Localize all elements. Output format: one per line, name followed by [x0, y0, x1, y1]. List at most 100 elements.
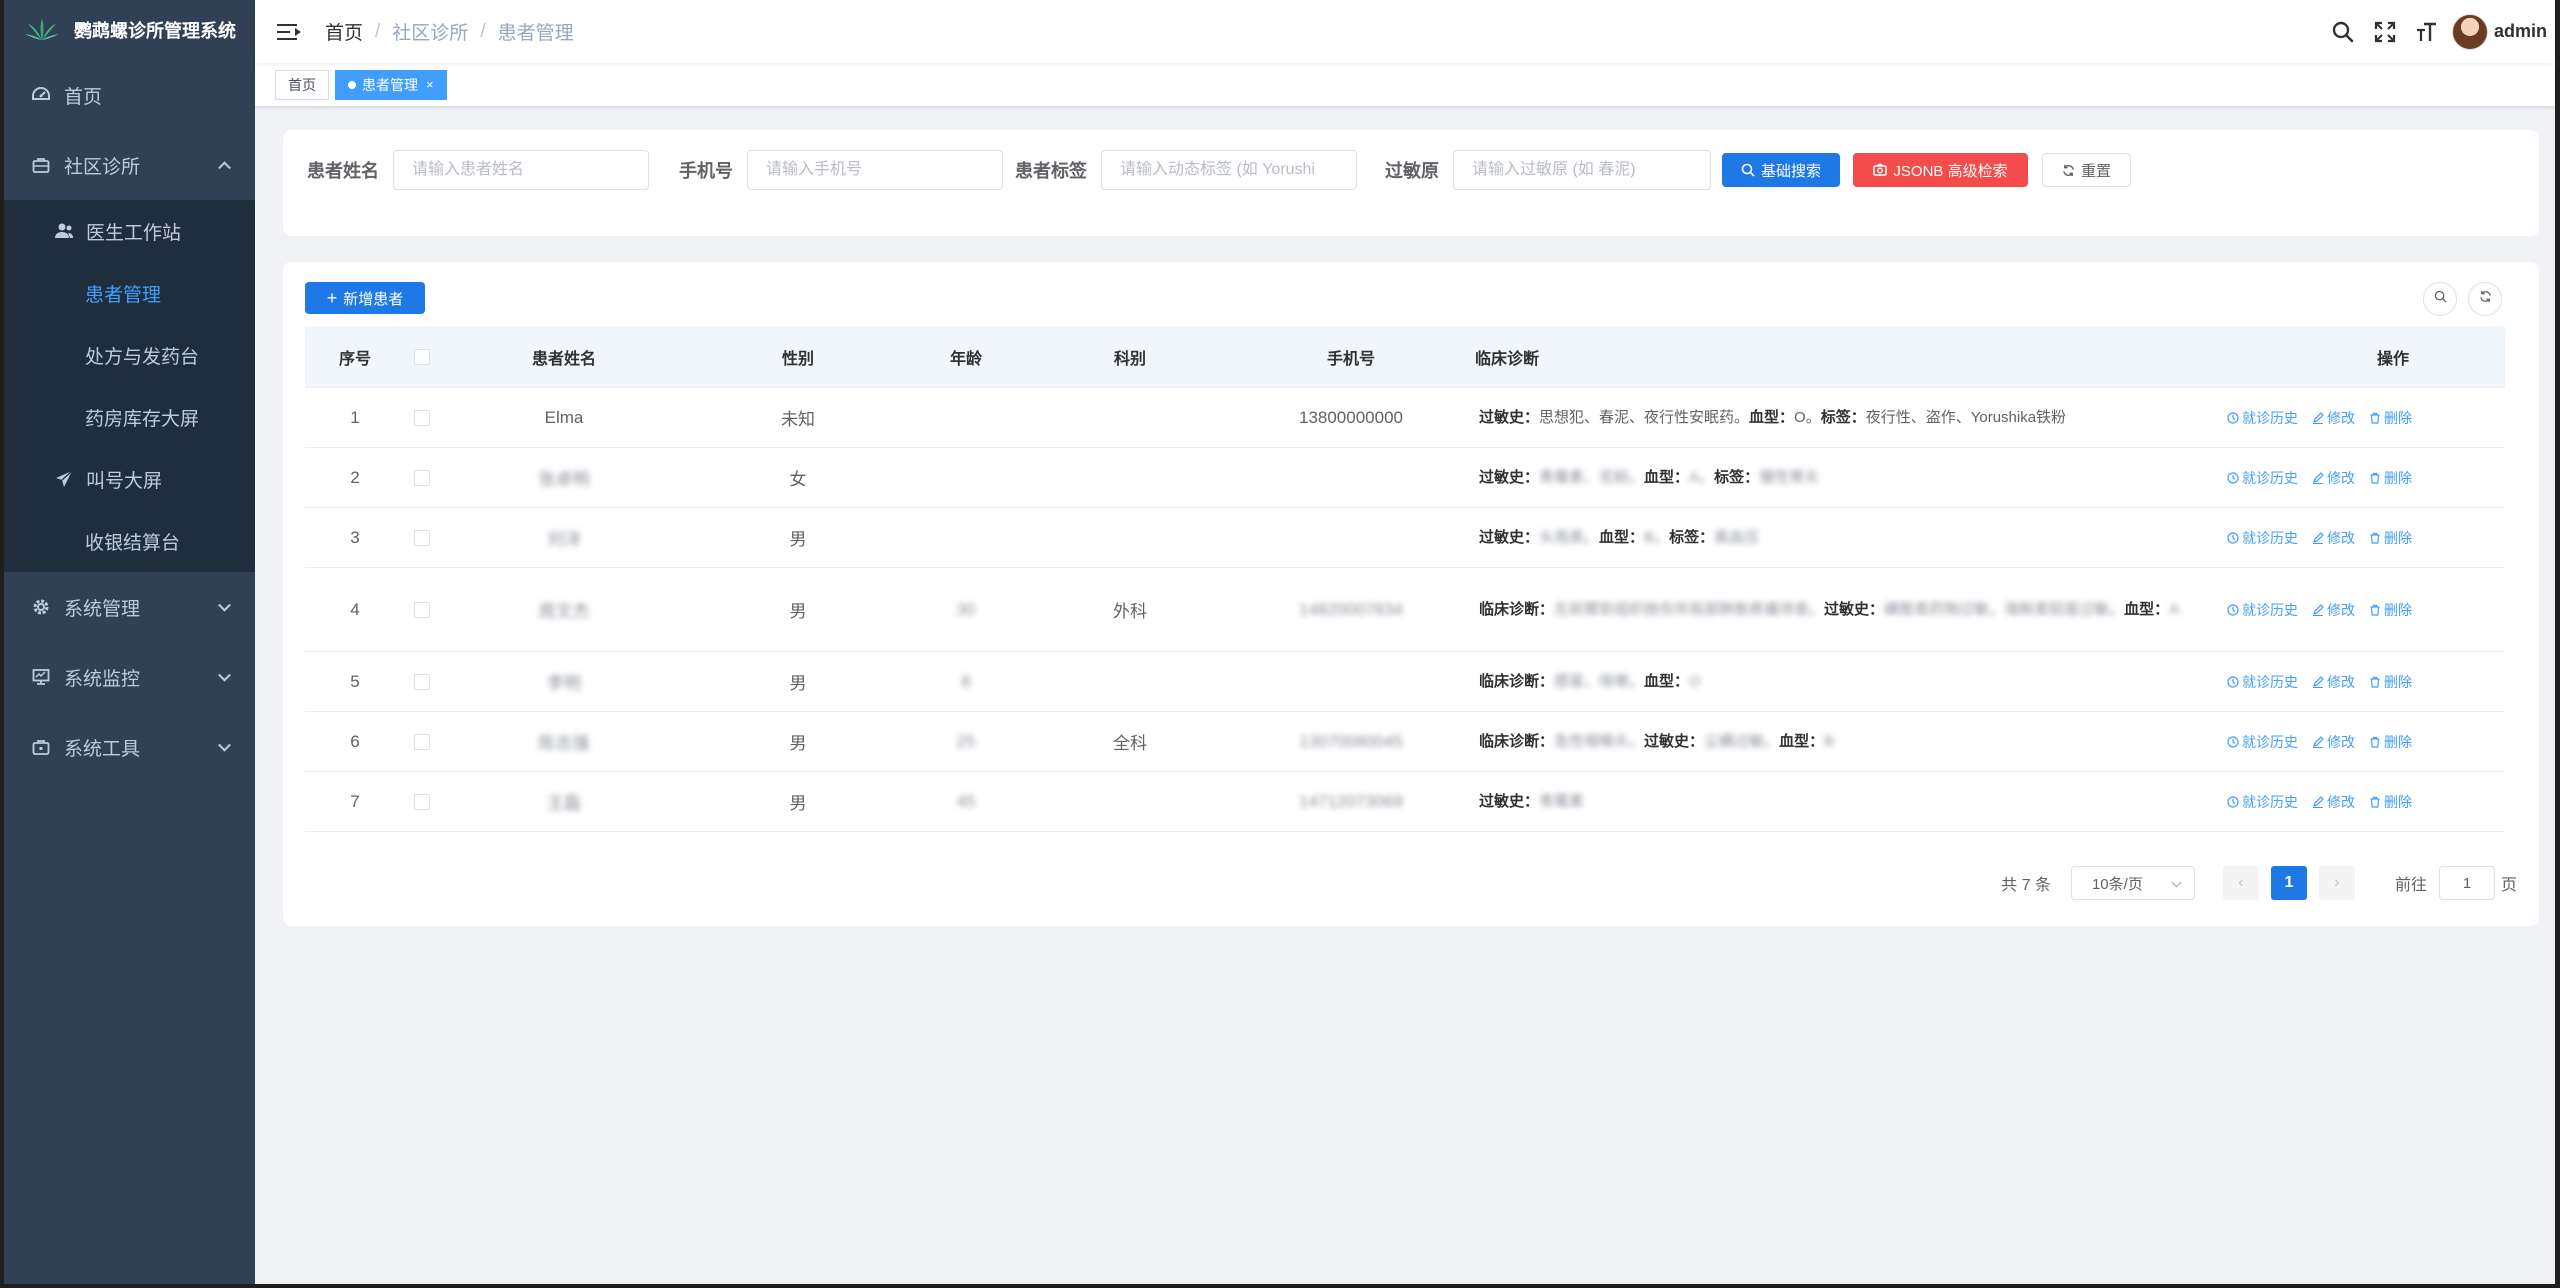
next-page-button[interactable]: ›: [2318, 866, 2355, 900]
diagnosis-key: 临床诊断：: [1479, 600, 1555, 618]
tag-patients[interactable]: 患者管理 ×: [335, 69, 447, 100]
sidebar-item-system-admin[interactable]: 系统管理: [4, 572, 255, 642]
cell-phone: 13070080045: [1298, 731, 1403, 751]
tag-home[interactable]: 首页: [275, 69, 329, 100]
history-button[interactable]: 就诊历史: [2227, 732, 2298, 752]
row-checkbox[interactable]: [414, 469, 430, 486]
delete-button[interactable]: 删除: [2369, 672, 2412, 692]
edit-button[interactable]: 修改: [2312, 468, 2355, 488]
history-button[interactable]: 就诊历史: [2227, 468, 2298, 488]
history-button[interactable]: 就诊历史: [2227, 792, 2298, 812]
table-row: 3 刘洋 男 过敏史：头孢类。血型：B。标签：高血压 就诊历史 修改 删除: [305, 508, 2505, 568]
cell-age: 45: [956, 791, 976, 811]
patient-name-label: 患者姓名: [307, 161, 379, 181]
cell-operations: 就诊历史 修改 删除: [2227, 468, 2505, 488]
toolbox-icon: [30, 738, 52, 756]
sidebar-item-label: 系统工具: [64, 738, 141, 760]
history-label: 就诊历史: [2242, 601, 2298, 618]
page-1-button[interactable]: 1: [2270, 866, 2307, 900]
row-checkbox[interactable]: [414, 601, 430, 618]
main-area: 首页 / 社区诊所 / 患者管理 admin 首页 患者管理 × 患者姓名 请输…: [255, 0, 2555, 1284]
reset-button[interactable]: 重置: [2042, 153, 2131, 187]
allergen-input[interactable]: [1453, 150, 1711, 190]
sidebar-item-label: 叫号大屏: [86, 470, 163, 492]
close-icon[interactable]: ×: [426, 77, 434, 92]
row-checkbox[interactable]: [414, 733, 430, 750]
refresh-table-button[interactable]: [2468, 282, 2502, 316]
cell-select: [405, 529, 439, 546]
history-label: 就诊历史: [2242, 529, 2298, 546]
diagnosis-text: 过敏史：青霉素: [1479, 790, 2227, 814]
history-button[interactable]: 就诊历史: [2227, 408, 2298, 428]
row-checkbox[interactable]: [414, 529, 430, 546]
cell-age: 25: [956, 731, 976, 751]
delete-button[interactable]: 删除: [2369, 468, 2412, 488]
sidebar-item-cashier[interactable]: 收银结算台: [4, 510, 255, 572]
delete-button[interactable]: 删除: [2369, 732, 2412, 752]
edit-button[interactable]: 修改: [2312, 792, 2355, 812]
row-checkbox[interactable]: [414, 409, 430, 426]
delete-label: 删除: [2384, 529, 2412, 546]
goto-page-input[interactable]: [2438, 866, 2495, 900]
brand[interactable]: 鹦鹉螺诊所管理系统: [4, 0, 255, 60]
history-button[interactable]: 就诊历史: [2227, 528, 2298, 548]
user-menu[interactable]: admin: [2451, 13, 2547, 50]
edit-button[interactable]: 修改: [2312, 672, 2355, 692]
search-icon: [2434, 290, 2447, 308]
jsonb-search-button[interactable]: JSONB 高级检索: [1853, 153, 2028, 187]
basic-search-label: 基础搜索: [1760, 162, 1821, 180]
fullscreen-icon[interactable]: [2364, 11, 2406, 53]
toggle-search-button[interactable]: [2423, 282, 2457, 316]
sidebar-item-system-tools[interactable]: 系统工具: [4, 712, 255, 782]
delete-button[interactable]: 删除: [2369, 600, 2412, 620]
search-icon[interactable]: [2322, 11, 2364, 53]
chevron-down-icon: [218, 738, 231, 752]
table-row: 7 王磊 男 45 14712073069 过敏史：青霉素 就诊历史 修改 删除: [305, 772, 2505, 832]
prev-page-button[interactable]: ‹: [2222, 866, 2259, 900]
delete-button[interactable]: 删除: [2369, 792, 2412, 812]
sidebar-item-clinic[interactable]: 社区诊所: [4, 130, 255, 200]
phone-input[interactable]: [747, 150, 1003, 190]
patient-name-input[interactable]: [393, 150, 649, 190]
basic-search-button[interactable]: 基础搜索: [1722, 153, 1840, 187]
hamburger-icon[interactable]: [277, 22, 301, 42]
delete-button[interactable]: 删除: [2369, 408, 2412, 428]
edit-icon: [2313, 471, 2324, 484]
page-size-select[interactable]: 10条/页: [2070, 866, 2195, 900]
font-size-icon[interactable]: [2406, 11, 2448, 53]
sidebar-item-call-screen[interactable]: 叫号大屏: [4, 448, 255, 510]
sidebar-item-prescription[interactable]: 处方与发药台: [4, 324, 255, 386]
sidebar-item-home[interactable]: 首页: [4, 60, 255, 130]
edit-button[interactable]: 修改: [2312, 528, 2355, 548]
tag-label: 首页: [288, 76, 316, 93]
patient-tag-input[interactable]: [1101, 150, 1357, 190]
row-checkbox[interactable]: [414, 793, 430, 810]
sidebar-item-doctor-station[interactable]: 医生工作站: [4, 200, 255, 262]
add-patient-button[interactable]: + 新增患者: [305, 282, 425, 314]
history-button[interactable]: 就诊历史: [2227, 672, 2298, 692]
select-all-checkbox[interactable]: [414, 348, 430, 365]
diagnosis-value: 青霉素、花粉。: [1539, 468, 1645, 486]
sidebar-item-label: 患者管理: [85, 284, 162, 306]
search-form: 患者姓名 手机号 患者标签 过敏原 基础搜索 JSONB 高级检索: [283, 130, 2539, 236]
edit-button[interactable]: 修改: [2312, 408, 2355, 428]
header-name: 患者姓名: [531, 350, 596, 368]
edit-button[interactable]: 修改: [2312, 732, 2355, 752]
edit-button[interactable]: 修改: [2312, 600, 2355, 620]
history-button[interactable]: 就诊历史: [2227, 600, 2298, 620]
gear-icon: [30, 598, 52, 616]
cell-phone: 14820007834: [1298, 599, 1403, 619]
sidebar-item-system-monitor[interactable]: 系统监控: [4, 642, 255, 712]
cell-sex: 未知: [781, 410, 815, 429]
edit-label: 修改: [2327, 793, 2355, 810]
row-checkbox[interactable]: [414, 673, 430, 690]
breadcrumb-home[interactable]: 首页: [325, 18, 363, 45]
delete-button[interactable]: 删除: [2369, 528, 2412, 548]
edit-icon: [2313, 735, 2324, 748]
header-operations: 操作: [2376, 350, 2409, 368]
sidebar-item-pharmacy-screen[interactable]: 药房库存大屏: [4, 386, 255, 448]
patient-tag-label: 患者标签: [1015, 161, 1087, 181]
cell-operations: 就诊历史 修改 删除: [2227, 528, 2505, 548]
navbar-actions: admin: [2322, 0, 2555, 63]
sidebar-item-patients[interactable]: 患者管理: [4, 262, 255, 324]
